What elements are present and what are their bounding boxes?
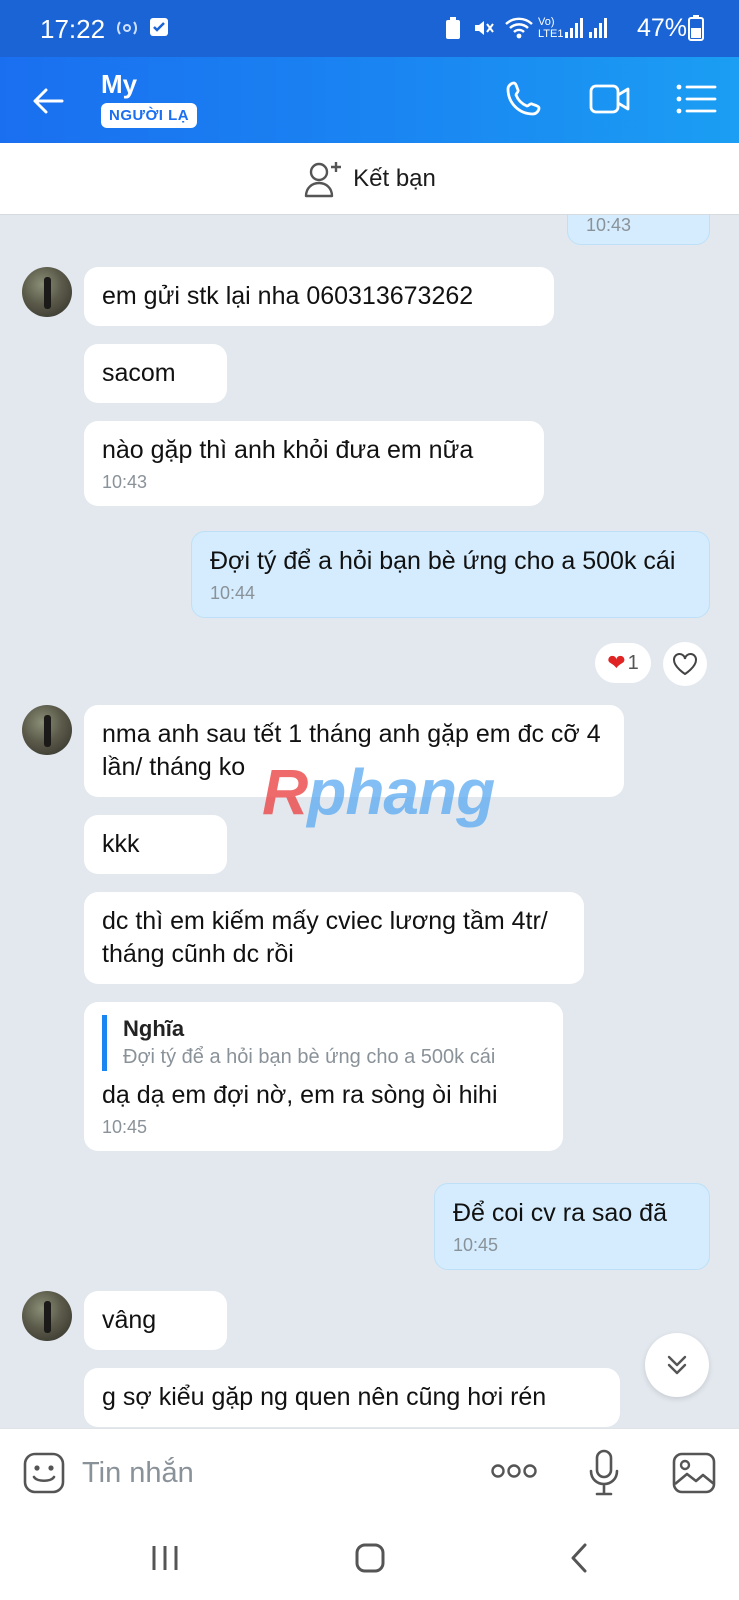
image-gallery-icon[interactable] <box>671 1451 717 1495</box>
battery-saver-icon <box>446 17 460 39</box>
signal-icon <box>565 18 607 38</box>
message-bubble-incoming[interactable]: sacom <box>84 344 227 403</box>
message-time: 10:43 <box>102 472 148 492</box>
wifi-icon <box>505 17 533 39</box>
add-friend-label: Kết bạn <box>353 164 436 192</box>
message-bubble-outgoing[interactable]: Đợi tý để a hỏi bạn bè ứng cho a 500k cá… <box>191 531 710 618</box>
watermark-initial: R <box>262 756 308 828</box>
reaction-badge[interactable]: ❤ 1 <box>595 643 651 683</box>
message-bubble-incoming[interactable]: em gửi stk lại nha 060313673262 <box>84 267 554 326</box>
message-text: g sợ kiểu gặp ng quen nên cũng hơi rén <box>102 1383 547 1411</box>
message-bubble-outgoing[interactable]: 10:43 <box>567 215 710 245</box>
react-button[interactable] <box>663 642 707 686</box>
message-time: 10:45 <box>102 1117 148 1137</box>
back-nav-icon[interactable] <box>568 1542 590 1574</box>
sticker-emoji-icon[interactable] <box>22 1451 66 1495</box>
heart-reaction-icon: ❤ <box>607 650 626 675</box>
message-text: dạ dạ em đợi nờ, em ra sòng òi hihi <box>102 1081 498 1109</box>
avatar[interactable] <box>22 267 72 317</box>
stranger-badge: NGƯỜI LẠ <box>101 103 198 128</box>
avatar[interactable] <box>22 705 72 755</box>
battery-percent: 47% <box>636 14 687 42</box>
more-options-icon[interactable] <box>490 1463 538 1479</box>
battery-icon <box>688 15 704 41</box>
avatar[interactable] <box>22 1291 72 1341</box>
watermark: Rphang <box>262 755 495 829</box>
add-friend-button[interactable]: Kết bạn <box>0 143 739 215</box>
phone-call-icon[interactable] <box>502 77 546 121</box>
message-list[interactable]: 10:43 em gửi stk lại nha 060313673262 sa… <box>0 215 739 1428</box>
video-call-icon[interactable] <box>588 77 632 121</box>
message-bubble-incoming[interactable]: dc thì em kiếm mấy cviec lương tầm 4tr/ … <box>84 892 584 984</box>
network-type: Vo) LTE1 <box>538 16 564 40</box>
back-arrow-icon[interactable] <box>28 81 68 121</box>
quote-text: Đợi tý để a hỏi bạn bè ứng cho a 500k cá… <box>123 1046 496 1068</box>
message-text: vâng <box>102 1306 157 1334</box>
message-time: 10:43 <box>586 215 632 235</box>
message-text: Để coi cv ra sao đã <box>453 1199 667 1227</box>
quoted-message[interactable]: Nghĩa Đợi tý để a hỏi bạn bè ứng cho a 5… <box>102 1015 545 1071</box>
system-nav-bar <box>0 1516 739 1600</box>
message-text: em gửi stk lại nha 060313673262 <box>102 282 474 310</box>
status-time: 17:22 <box>40 14 106 44</box>
message-bubble-incoming[interactable]: kkk <box>84 815 227 874</box>
contact-name[interactable]: My <box>101 69 137 100</box>
message-bubble-outgoing[interactable]: Để coi cv ra sao đã 10:45 <box>434 1183 710 1270</box>
status-bar: 17:22 Vo) LTE1 47% <box>0 0 739 57</box>
message-bubble-incoming[interactable]: vâng <box>84 1291 227 1350</box>
chat-header: My NGƯỜI LẠ <box>0 57 739 143</box>
message-text: dc thì em kiếm mấy cviec lương tầm 4tr/ … <box>102 907 548 968</box>
scroll-to-bottom-button[interactable] <box>645 1333 709 1397</box>
message-bubble-incoming[interactable]: nào gặp thì anh khỏi đưa em nữa 10:43 <box>84 421 544 506</box>
double-chevron-down-icon <box>667 1355 687 1375</box>
quote-author: Nghĩa <box>123 1016 185 1041</box>
message-text: kkk <box>102 830 140 858</box>
message-time: 10:44 <box>210 583 256 603</box>
recent-apps-icon[interactable] <box>150 1544 180 1572</box>
checkbox-notification-icon <box>150 18 168 36</box>
message-bubble-incoming-reply[interactable]: Nghĩa Đợi tý để a hỏi bạn bè ứng cho a 5… <box>84 1002 563 1151</box>
message-text: nào gặp thì anh khỏi đưa em nữa <box>102 436 474 464</box>
reaction-count: 1 <box>627 651 639 674</box>
message-input[interactable] <box>82 1451 462 1495</box>
message-text: Đợi tý để a hỏi bạn bè ứng cho a 500k cá… <box>210 547 676 575</box>
message-input-bar <box>0 1428 739 1516</box>
add-friend-icon <box>304 161 342 197</box>
watermark-text: phang <box>307 756 495 828</box>
mute-icon <box>475 21 494 35</box>
home-icon[interactable] <box>354 1542 386 1574</box>
microphone-icon[interactable] <box>588 1449 620 1497</box>
message-bubble-incoming[interactable]: g sợ kiểu gặp ng quen nên cũng hơi rén <box>84 1368 620 1427</box>
hotspot-icon <box>117 21 137 35</box>
message-time: 10:45 <box>453 1235 499 1255</box>
menu-list-icon[interactable] <box>674 77 718 121</box>
message-text: sacom <box>102 359 176 387</box>
heart-outline-icon <box>673 653 697 676</box>
